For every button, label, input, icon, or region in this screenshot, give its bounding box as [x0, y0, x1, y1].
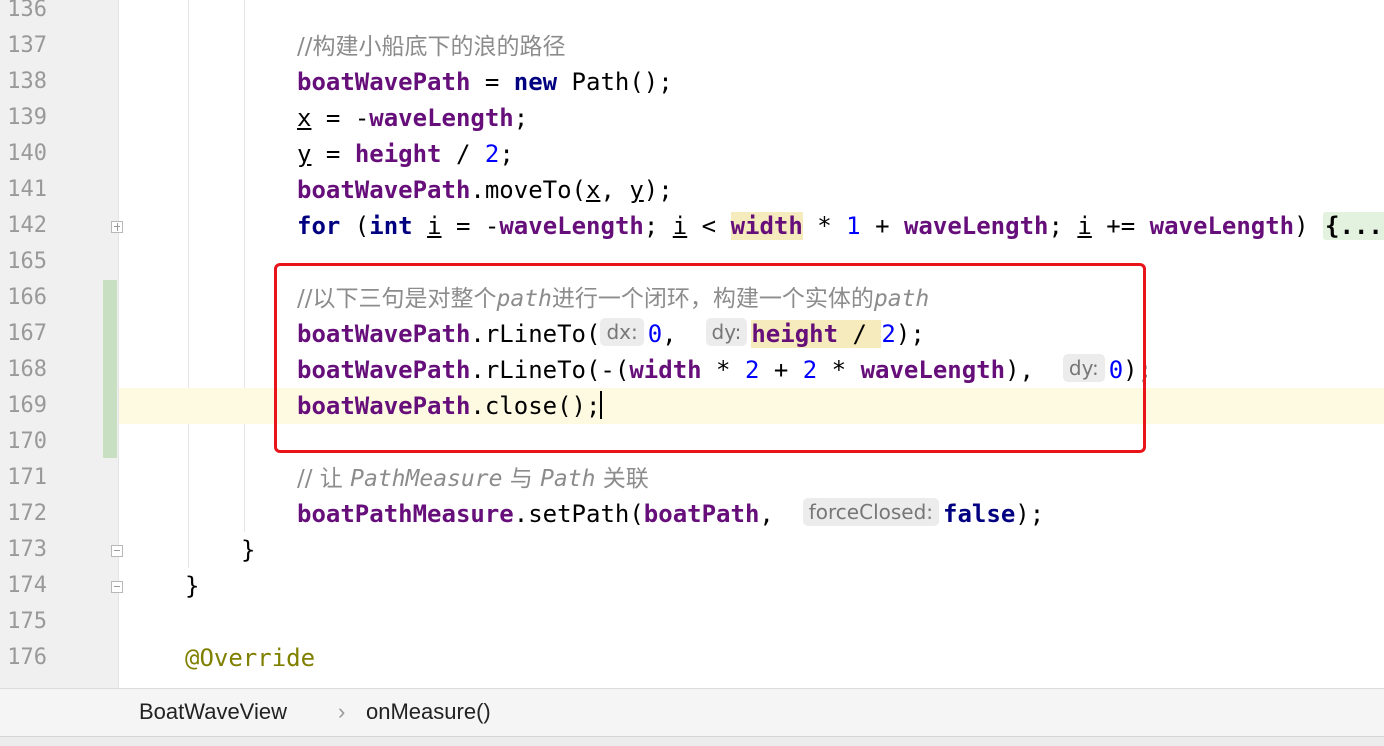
- code-editor[interactable]: 136 137 //构建小船底下的浪的路径 138 boatWavePath =…: [0, 0, 1384, 688]
- variable-token: x: [585, 176, 601, 204]
- operator-token: -: [484, 212, 500, 240]
- code-line[interactable]: 136: [0, 0, 1384, 28]
- line-number: 169: [7, 393, 47, 418]
- code-token: .setPath(: [513, 500, 644, 528]
- comment: // 让 PathMeasure 与 Path 关联: [297, 466, 649, 492]
- code-token: ;: [499, 140, 514, 168]
- code-token: (: [340, 212, 370, 240]
- keyword-token: for: [297, 212, 341, 240]
- operator-token: -: [354, 104, 370, 132]
- variable-token: i: [427, 212, 442, 240]
- code-token: ;: [643, 212, 673, 240]
- code-line[interactable]: 138 boatWavePath = new Path();: [0, 64, 1384, 100]
- code-token: Path();: [557, 68, 673, 96]
- code-line[interactable]: 175: [0, 604, 1384, 640]
- line-number: 170: [7, 429, 47, 454]
- field-token: height: [354, 140, 442, 168]
- breadcrumb-class[interactable]: BoatWaveView: [139, 699, 287, 725]
- number-token: 1: [846, 212, 861, 240]
- code-token: ;: [513, 104, 529, 132]
- code-line[interactable]: 141 boatWavePath.moveTo(x, y);: [0, 172, 1384, 208]
- operator-token: =: [470, 68, 514, 96]
- code-token: ,: [600, 176, 630, 204]
- comment-text: PathMeasure: [350, 466, 503, 492]
- line-number: 137: [7, 33, 47, 58]
- code-token: );: [1015, 500, 1045, 528]
- code-line[interactable]: 140 y = height / 2;: [0, 136, 1384, 172]
- code-token: ,: [759, 500, 803, 528]
- code-line[interactable]: 171 // 让 PathMeasure 与 Path 关联: [0, 460, 1384, 496]
- line-number: 175: [7, 609, 47, 634]
- keyword-token: false: [943, 500, 1016, 528]
- field-token: boatWavePath: [297, 176, 471, 204]
- line-number: 176: [7, 645, 47, 670]
- operator-token: +: [860, 212, 904, 240]
- variable-token: x: [297, 104, 312, 132]
- operator-token: =: [441, 212, 485, 240]
- number-token: 2: [484, 140, 500, 168]
- variable-token: i: [1077, 212, 1092, 240]
- field-token: waveLength: [499, 212, 644, 240]
- code-token: ;: [1048, 212, 1078, 240]
- line-number: 167: [7, 321, 47, 346]
- field-token: waveLength: [903, 212, 1049, 240]
- code-line[interactable]: 176 @Override: [0, 640, 1384, 676]
- line-number: 172: [7, 501, 47, 526]
- line-number: 166: [7, 285, 47, 310]
- operator-token: <: [687, 212, 731, 240]
- code-line[interactable]: 142 for (int i = -waveLength; i < width …: [0, 208, 1384, 244]
- code-line[interactable]: 137 //构建小船底下的浪的路径: [0, 28, 1384, 64]
- code-token: .moveTo(: [470, 176, 586, 204]
- operator-token: =: [311, 140, 355, 168]
- field-token: boatPathMeasure: [297, 500, 514, 528]
- field-token: boatWavePath: [297, 68, 471, 96]
- code-token: ): [1294, 212, 1324, 240]
- variable-token: i: [672, 212, 688, 240]
- brace-token: }: [241, 536, 256, 564]
- breadcrumb: BoatWaveView › onMeasure(): [0, 688, 1384, 736]
- code-token: );: [643, 176, 673, 204]
- comment: //构建小船底下的浪的路径: [297, 34, 566, 60]
- annotation-token: @Override: [185, 644, 316, 672]
- operator-token: *: [802, 212, 847, 240]
- comment-text: 关联: [595, 466, 649, 492]
- code-line[interactable]: 174 }: [0, 568, 1384, 604]
- line-number: 173: [7, 537, 47, 562]
- line-number: 142: [7, 213, 47, 238]
- line-number: 174: [7, 573, 47, 598]
- field-token: waveLength: [369, 104, 514, 132]
- operator-token: =: [311, 104, 355, 132]
- breadcrumb-separator-icon: ›: [338, 699, 346, 724]
- line-number: 141: [7, 177, 47, 202]
- folded-code-block[interactable]: {...}: [1323, 212, 1384, 240]
- line-number: 140: [7, 141, 47, 166]
- field-token: width: [730, 212, 803, 240]
- line-number: 168: [7, 357, 47, 382]
- line-number: 138: [7, 69, 47, 94]
- parameter-hint: forceClosed:: [802, 498, 940, 526]
- code-line[interactable]: 139 x = -waveLength;: [0, 100, 1384, 136]
- field-token: boatPath: [643, 500, 760, 528]
- line-number: 139: [7, 105, 47, 130]
- code-line[interactable]: 173 }: [0, 532, 1384, 568]
- variable-token: y: [629, 176, 644, 204]
- operator-token: /: [441, 140, 485, 168]
- line-number: 171: [7, 465, 47, 490]
- variable-token: y: [297, 140, 312, 168]
- keyword-token: int: [369, 212, 413, 240]
- breadcrumb-method[interactable]: onMeasure(): [366, 699, 491, 725]
- field-token: waveLength: [1149, 212, 1295, 240]
- comment-text: Path: [540, 466, 596, 492]
- line-number: 136: [7, 0, 47, 22]
- keyword-token: new: [513, 68, 558, 96]
- status-bar: [0, 736, 1384, 746]
- brace-token: }: [185, 572, 200, 600]
- comment-text: 与: [502, 466, 541, 492]
- red-highlight-box: [274, 263, 1146, 453]
- line-number: 165: [7, 249, 47, 274]
- code-line[interactable]: 172 boatPathMeasure.setPath(boatPath, fo…: [0, 496, 1384, 532]
- comment-text: // 让: [297, 466, 351, 492]
- operator-token: +=: [1091, 212, 1150, 240]
